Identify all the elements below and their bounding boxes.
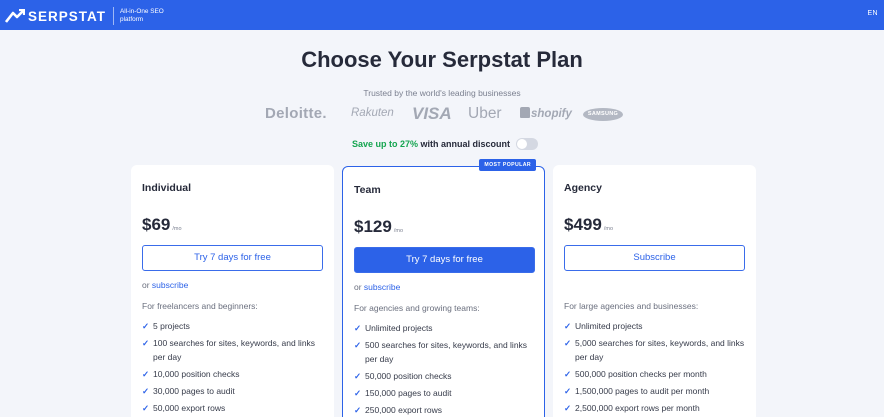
feature-item: ✓ 50,000 position checks: [354, 370, 533, 384]
rakuten-logo: Rakuten: [351, 107, 394, 119]
feature-list: ✓ Unlimited projects ✓ 5,000 searches for …: [564, 320, 745, 415]
feature-text: 10,000 position checks: [153, 368, 240, 379]
feature-text: 50,000 export rows: [153, 402, 226, 413]
feature-item: ✓ Unlimited projects: [354, 322, 533, 336]
plan-card-team: MOST POPULAR Team $129 /mo Try 7 days fo…: [342, 159, 545, 417]
check-icon: ✓: [354, 340, 362, 350]
price-value: $499: [564, 215, 602, 234]
discount-label: with annual discount: [418, 139, 511, 149]
price-period: /mo: [603, 226, 613, 232]
try-free-button[interactable]: Try 7 days for free: [142, 245, 323, 271]
feature-item: ✓ 5 projects: [142, 320, 323, 334]
feature-item: ✓ 50,000 export rows: [142, 402, 323, 416]
feature-text: 150,000 pages to audit: [365, 387, 452, 398]
feature-list: ✓ Unlimited projects ✓ 500 searches for si…: [354, 322, 533, 417]
feature-item: ✓ 100 searches for sites, keywords, and l…: [142, 337, 323, 364]
shopify-logo: shopify: [520, 107, 572, 120]
page-title: Choose Your Serpstat Plan: [301, 47, 583, 72]
check-icon: ✓: [142, 338, 150, 348]
feature-item: ✓ 150,000 pages to audit: [354, 387, 533, 401]
visa-logo: VISA: [412, 104, 452, 123]
uber-logo: Uber: [468, 105, 502, 122]
serpstat-logo[interactable]: SERPSTAT All-in-One SEO platform: [5, 7, 180, 25]
feature-item: ✓ 5,000 searches for sites, keywords, and…: [564, 337, 745, 364]
check-icon: ✓: [142, 321, 150, 331]
feature-item: ✓ 2,500,000 export rows per month: [564, 402, 745, 416]
price-period: /mo: [172, 226, 182, 232]
feature-text: 250,000 export rows: [365, 404, 443, 415]
feature-text: 5 projects: [153, 321, 190, 331]
feature-item: ✓ 500,000 position checks per month: [564, 368, 745, 382]
plan-description: For freelancers and beginners:: [142, 301, 258, 311]
feature-item: ✓ 10,000 position checks: [142, 368, 323, 382]
plan-description: For agencies and growing teams:: [354, 303, 480, 313]
brand-logos: Deloitte. Rakuten VISA Uber shopify SAMS…: [0, 104, 884, 126]
annual-discount-row: Save up to 27% with annual discount: [352, 138, 539, 150]
feature-text: 30,000 pages to audit: [153, 385, 235, 396]
or-subscribe-line: or subscribe: [142, 280, 323, 292]
or-subscribe-spacer: [564, 280, 745, 292]
check-icon: ✓: [564, 402, 572, 413]
or-text: or: [142, 280, 152, 290]
feature-item: ✓ 250,000 export rows: [354, 404, 533, 417]
check-icon: ✓: [564, 338, 572, 348]
feature-text: 50,000 position checks: [365, 370, 452, 381]
logo-text: SERPSTAT: [28, 8, 107, 24]
check-icon: ✓: [564, 385, 572, 396]
shopify-logo-text: shopify: [531, 108, 572, 120]
check-icon: ✓: [354, 323, 362, 333]
samsung-logo: SAMSUNG: [583, 108, 623, 121]
feature-text: Unlimited projects: [365, 323, 433, 333]
annual-discount-toggle[interactable]: [516, 138, 539, 150]
feature-item: ✓ 1,500,000 pages to audit per month: [564, 385, 745, 399]
discount-percent-text: Save up to 27%: [352, 139, 419, 149]
or-subscribe-line: or subscribe: [354, 282, 533, 294]
plan-price: $69 /mo: [142, 215, 323, 235]
feature-text: 2,500,000 export rows per month: [575, 402, 700, 413]
plan-price: $499 /mo: [564, 215, 745, 235]
subscribe-link[interactable]: subscribe: [364, 282, 400, 292]
feature-item: ✓ 30,000 pages to audit: [142, 385, 323, 399]
plan-description: For large agencies and businesses:: [564, 301, 699, 311]
language-switcher[interactable]: EN: [867, 10, 878, 17]
feature-item: ✓ 500 searches for sites, keywords, and l…: [354, 339, 533, 366]
logo-divider: [113, 7, 115, 25]
feature-text: 1,500,000 pages to audit per month: [575, 385, 710, 396]
logo-tagline: All-in-One SEO platform: [120, 8, 164, 23]
price-value: $129: [354, 217, 392, 236]
deloitte-logo: Deloitte.: [265, 105, 327, 122]
serpstat-logo-icon: [5, 8, 25, 23]
plan-card-agency: Agency $499 /mo Subscribe For large agen…: [553, 165, 756, 417]
trusted-by-text: Trusted by the world's leading businesse…: [363, 88, 521, 98]
check-icon: ✓: [564, 368, 572, 379]
feature-text: Unlimited projects: [575, 321, 643, 331]
feature-item: ✓ Unlimited projects: [564, 320, 745, 334]
shopify-bag-icon: [520, 107, 530, 118]
most-popular-badge: MOST POPULAR: [479, 159, 536, 171]
plan-price: $129 /mo: [354, 217, 533, 237]
plan-name: Team: [354, 184, 381, 196]
check-icon: ✓: [142, 368, 150, 379]
price-period: /mo: [393, 228, 403, 234]
feature-text: 500 searches for sites, keywords, and li…: [365, 340, 528, 364]
check-icon: ✓: [142, 385, 150, 396]
subscribe-link[interactable]: subscribe: [152, 280, 188, 290]
feature-text: 500,000 position checks per month: [575, 368, 707, 379]
try-free-button[interactable]: Try 7 days for free: [354, 247, 535, 273]
top-navbar: SERPSTAT All-in-One SEO platform EN: [0, 0, 884, 30]
feature-text: 100 searches for sites, keywords, and li…: [153, 338, 316, 362]
subscribe-button[interactable]: Subscribe: [564, 245, 745, 271]
feature-list: ✓ 5 projects ✓ 100 searches for sites, key…: [142, 320, 323, 415]
check-icon: ✓: [564, 321, 572, 331]
check-icon: ✓: [354, 404, 362, 415]
price-value: $69: [142, 215, 171, 234]
plan-card-individual: Individual $69 /mo Try 7 days for free o…: [131, 165, 334, 417]
plan-name: Agency: [564, 182, 602, 194]
plan-name: Individual: [142, 182, 192, 194]
or-text: or: [354, 282, 364, 292]
check-icon: ✓: [142, 402, 150, 413]
check-icon: ✓: [354, 387, 362, 398]
feature-text: 5,000 searches for sites, keywords, and …: [575, 338, 745, 362]
check-icon: ✓: [354, 370, 362, 381]
